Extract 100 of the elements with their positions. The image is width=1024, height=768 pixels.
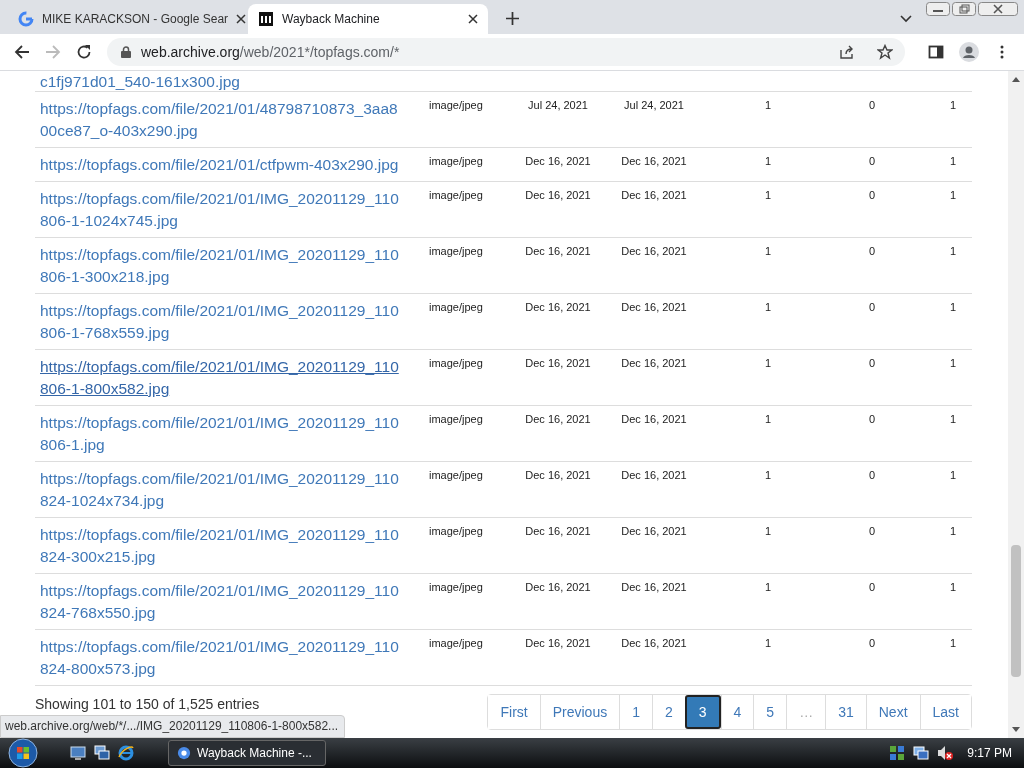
mime-type-cell-text: image/jpeg: [429, 356, 484, 371]
start-orb-icon[interactable]: [8, 738, 38, 768]
duplicates-cell-text: 0: [867, 188, 877, 203]
duplicates-cell-text: 0: [867, 244, 877, 259]
from-date-cell-text: Jul 24, 2021: [527, 98, 589, 113]
uniques-cell-text: 1: [948, 244, 958, 259]
url-link[interactable]: https://topfags.com/file/2021/01/48798710873_3aa800ce87_o-403x290.jpg: [40, 98, 404, 142]
duplicates-cell-text: 0: [867, 300, 877, 315]
network-grid-icon[interactable]: [889, 745, 906, 761]
share-icon[interactable]: [839, 44, 855, 60]
from-date-cell-text: Dec 16, 2021: [524, 300, 592, 315]
captures-cell-text: 1: [763, 154, 773, 169]
mime-type-cell-text: image/jpeg: [429, 300, 484, 315]
captures-cell-text: 1: [763, 188, 773, 203]
entries-summary: Showing 101 to 150 of 1,525 entries: [35, 696, 260, 712]
from-date-cell-text: Dec 16, 2021: [524, 524, 592, 539]
uniques-cell-text: 1: [948, 300, 958, 315]
address-text: web.archive.org/web/2021*/topfags.com/*: [141, 44, 400, 60]
to-date-cell-text: Dec 16, 2021: [620, 524, 688, 539]
captures-cell-text: 1: [763, 636, 773, 651]
uniques-cell-text: 1: [948, 154, 958, 169]
from-date-cell-text: Dec 16, 2021: [524, 154, 592, 169]
browser-tab[interactable]: Wayback Machine: [248, 4, 488, 34]
captures-cell-text: 1: [763, 300, 773, 315]
captures-cell-text: 1: [763, 580, 773, 595]
to-date-cell-text: Dec 16, 2021: [620, 154, 688, 169]
status-url-tooltip: web.archive.org/web/*/.../IMG_20201129_110806-1-800x582...: [0, 715, 346, 738]
side-panel-icon[interactable]: [928, 44, 944, 60]
mime-type-cell-text: image/jpeg: [429, 412, 484, 427]
reload-icon[interactable]: [76, 44, 92, 60]
url-link[interactable]: https://topfags.com/file/2021/01/IMG_20201129_110824-768x550.jpg: [40, 580, 404, 624]
star-icon[interactable]: [877, 44, 893, 60]
restore-icon[interactable]: [952, 2, 976, 16]
url-link[interactable]: https://topfags.com/file/2021/01/ctfpwm-403x290.jpg: [40, 154, 404, 176]
uniques-cell-text: 1: [948, 98, 958, 113]
muted-speaker-icon[interactable]: [937, 745, 954, 761]
address-bar[interactable]: web.archive.org/web/2021*/topfags.com/*: [107, 38, 905, 66]
scroll-down-icon[interactable]: [1012, 727, 1020, 732]
from-date-cell-text: Dec 16, 2021: [524, 636, 592, 651]
minimize-icon[interactable]: [926, 2, 950, 16]
page-button[interactable]: Last: [919, 695, 971, 729]
url-link[interactable]: https://topfags.com/file/2021/01/IMG_20201129_110806-1.jpg: [40, 412, 404, 456]
from-date-cell-text: Dec 16, 2021: [524, 468, 592, 483]
uniques-cell-text: 1: [948, 412, 958, 427]
url-link[interactable]: https://topfags.com/file/2021/01/IMG_20201129_110806-1-768x559.jpg: [40, 300, 404, 344]
captures-cell-text: 1: [763, 468, 773, 483]
to-date-cell-text: Dec 16, 2021: [620, 636, 688, 651]
from-date-cell-text: Dec 16, 2021: [524, 356, 592, 371]
task-title: Wayback Machine -...: [197, 746, 312, 760]
url-link[interactable]: https://topfags.com/file/2021/01/IMG_20201129_110824-300x215.jpg: [40, 524, 404, 568]
browser-tab[interactable]: MIKE KARACKSON - Google Sear: [8, 4, 248, 34]
url-link[interactable]: https://topfags.com/file/2021/01/IMG_20201129_110806-1-800x582.jpg: [40, 356, 404, 400]
taskbar-button[interactable]: Wayback Machine -...: [168, 740, 326, 766]
url-link[interactable]: c1fj971d01_540-161x300.jpg: [40, 73, 240, 91]
clock: 9:17 PM: [967, 746, 1012, 760]
chevron-down-icon[interactable]: [900, 15, 912, 23]
new-tab-icon[interactable]: [506, 12, 519, 25]
duplicates-cell-text: 0: [867, 636, 877, 651]
duplicates-cell-text: 0: [867, 356, 877, 371]
scrollbar[interactable]: [1008, 71, 1024, 738]
uniques-cell-text: 1: [948, 580, 958, 595]
page-button[interactable]: 3: [684, 695, 721, 729]
mime-type-cell-text: image/jpeg: [429, 188, 484, 203]
desktop-icon[interactable]: [70, 745, 86, 761]
close-icon[interactable]: [236, 14, 247, 24]
duplicates-cell-text: 0: [867, 468, 877, 483]
url-link[interactable]: https://topfags.com/file/2021/01/IMG_20201129_110824-800x573.jpg: [40, 636, 404, 680]
google-g-icon: [18, 11, 34, 27]
url-link[interactable]: https://topfags.com/file/2021/01/IMG_20201129_110824-1024x734.jpg: [40, 468, 404, 512]
from-date-cell-text: Dec 16, 2021: [524, 244, 592, 259]
duplicates-cell-text: 0: [867, 412, 877, 427]
browser-e-icon[interactable]: [118, 745, 134, 761]
duplicates-cell-text: 0: [867, 154, 877, 169]
mime-type-cell-text: image/jpeg: [429, 468, 484, 483]
url-link[interactable]: https://topfags.com/file/2021/01/IMG_20201129_110806-1-1024x745.jpg: [40, 188, 404, 232]
duplicates-cell-text: 0: [867, 98, 877, 113]
to-date-cell-text: Dec 16, 2021: [620, 356, 688, 371]
url-link[interactable]: https://topfags.com/file/2021/01/IMG_20201129_110806-1-300x218.jpg: [40, 244, 404, 288]
captures-cell-text: 1: [763, 98, 773, 113]
to-date-cell-text: Dec 16, 2021: [620, 412, 688, 427]
network-monitor-icon[interactable]: [913, 745, 930, 761]
duplicates-cell-text: 0: [867, 524, 877, 539]
windows-switch-icon[interactable]: [94, 745, 110, 761]
uniques-cell-text: 1: [948, 468, 958, 483]
to-date-cell-text: Jul 24, 2021: [623, 98, 685, 113]
captures-cell-text: 1: [763, 356, 773, 371]
to-date-cell-text: Dec 16, 2021: [620, 244, 688, 259]
captures-cell-text: 1: [763, 412, 773, 427]
columns-building-icon: [258, 11, 274, 27]
back-arrow-icon[interactable]: [14, 44, 30, 60]
close-icon[interactable]: [978, 2, 1018, 16]
from-date-cell-text: Dec 16, 2021: [524, 412, 592, 427]
close-icon[interactable]: [468, 14, 478, 24]
tab-title: Wayback Machine: [282, 12, 381, 26]
uniques-cell-text: 1: [948, 356, 958, 371]
to-date-cell-text: Dec 16, 2021: [620, 300, 688, 315]
scroll-up-icon[interactable]: [1012, 77, 1020, 82]
profile-avatar-icon[interactable]: [959, 42, 979, 62]
mime-type-cell-text: image/jpeg: [429, 636, 484, 651]
scroll-thumb[interactable]: [1011, 545, 1021, 677]
